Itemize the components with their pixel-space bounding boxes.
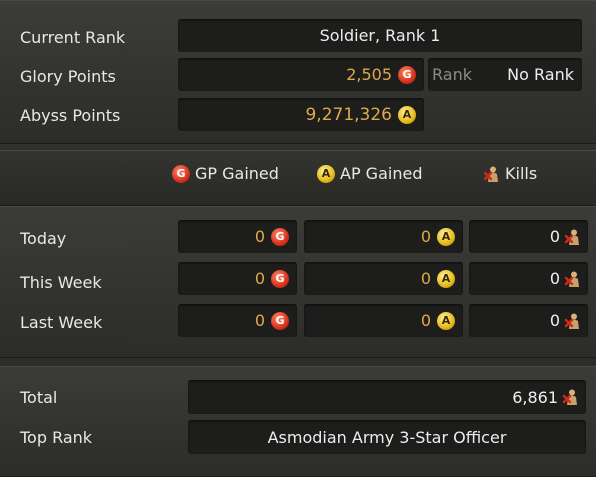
kills-icon xyxy=(483,165,501,183)
kills-cell: 0 xyxy=(469,262,588,295)
gp-icon: G xyxy=(172,164,190,183)
kills-label: Kills xyxy=(505,164,538,183)
gp-cell: 0 G xyxy=(178,220,297,253)
rank-value: No Rank xyxy=(507,65,574,84)
kills-cell: 0 xyxy=(469,220,588,253)
ap-cell: 0 A xyxy=(304,220,463,253)
top-rank-value-box: Asmodian Army 3-Star Officer xyxy=(188,420,586,454)
rank-box: Rank No Rank xyxy=(428,58,582,91)
kills-cell: 0 xyxy=(469,304,588,337)
gp-cell: 0 G xyxy=(178,262,297,295)
rank-label: Rank xyxy=(432,65,472,84)
row-label: This Week xyxy=(20,273,102,292)
ap-icon: A xyxy=(398,105,416,124)
kills-icon xyxy=(564,228,582,246)
top-rank-label: Top Rank xyxy=(20,428,93,447)
total-value: 6,861 xyxy=(512,387,558,407)
gp-icon: G xyxy=(271,227,289,246)
ap-cell: 0 A xyxy=(304,304,463,337)
row-label: Today xyxy=(20,229,67,248)
gp-icon: G xyxy=(398,65,416,84)
gp-value: 0 xyxy=(254,227,265,246)
abyss-points-value: 9,271,326 A xyxy=(178,98,424,131)
glory-points-value: 2,505 G xyxy=(178,58,424,91)
current-rank-value: Soldier, Rank 1 xyxy=(178,19,582,52)
kills-icon xyxy=(562,388,580,406)
ap-value: 0 xyxy=(420,311,431,330)
ap-icon: A xyxy=(437,227,455,246)
row-label: Last Week xyxy=(20,313,103,332)
top-rank-value: Asmodian Army 3-Star Officer xyxy=(267,427,507,447)
ap-value: 0 xyxy=(420,269,431,288)
ap-gained-label: AP Gained xyxy=(340,164,423,183)
glory-points-text: 2,505 xyxy=(346,65,392,84)
gp-gained-header: G GP Gained xyxy=(172,164,279,183)
total-value-box: 6,861 xyxy=(188,380,586,414)
ap-cell: 0 A xyxy=(304,262,463,295)
ap-gained-header: A AP Gained xyxy=(317,164,422,183)
abyss-points-label: Abyss Points xyxy=(20,106,121,125)
gp-cell: 0 G xyxy=(178,304,297,337)
kills-value: 0 xyxy=(549,311,560,330)
gp-icon: G xyxy=(271,269,289,288)
gp-icon: G xyxy=(271,311,289,330)
total-label: Total xyxy=(20,388,58,407)
current-rank-text: Soldier, Rank 1 xyxy=(319,26,441,45)
kills-value: 0 xyxy=(549,227,560,246)
glory-points-label: Glory Points xyxy=(20,67,116,86)
ap-icon: A xyxy=(437,269,455,288)
ap-icon: A xyxy=(437,311,455,330)
current-rank-label: Current Rank xyxy=(20,28,126,47)
gp-value: 0 xyxy=(254,269,265,288)
kills-icon xyxy=(564,270,582,288)
kills-value: 0 xyxy=(549,269,560,288)
ap-icon: A xyxy=(317,164,335,183)
ap-value: 0 xyxy=(420,227,431,246)
kills-header: Kills xyxy=(483,164,537,183)
gp-value: 0 xyxy=(254,311,265,330)
gp-gained-label: GP Gained xyxy=(195,164,279,183)
kills-icon xyxy=(564,312,582,330)
abyss-points-text: 9,271,326 xyxy=(305,104,392,125)
